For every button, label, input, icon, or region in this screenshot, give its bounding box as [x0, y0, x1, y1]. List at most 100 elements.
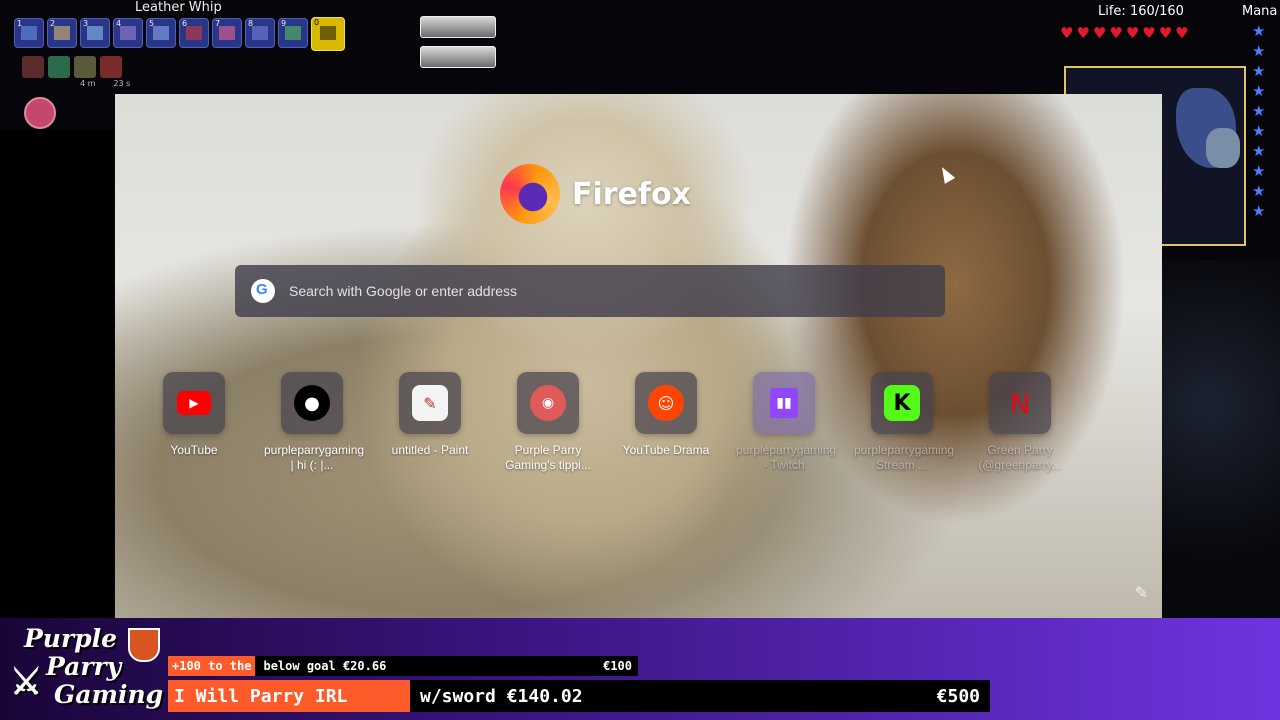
heart-icon: ♥	[1109, 24, 1123, 42]
hotbar-slot[interactable]: 5	[146, 18, 176, 48]
patreon-icon: ●	[294, 385, 330, 421]
search-input[interactable]	[287, 282, 945, 300]
buff-timers: 4 m 23 s	[80, 79, 130, 88]
logo-text: Parry	[46, 652, 122, 681]
star-icon: ★	[1252, 22, 1266, 40]
ticker-text: below goal €20.66	[263, 659, 387, 673]
buff-time: 23 s	[113, 79, 131, 88]
goal-progress-fill: I Will Parry IRL	[168, 680, 410, 712]
minimap-terrain	[1206, 128, 1240, 168]
hotbar: 1 2 3 4 5 6 7 8 9 0	[14, 17, 345, 52]
shortcut-tile[interactable]: ●	[281, 372, 343, 434]
boss-health-bar	[420, 16, 496, 38]
buff-icon[interactable]	[100, 56, 122, 78]
heart-icon: ♥	[1125, 24, 1140, 42]
life-hearts: ♥ ♥ ♥ ♥ ♥ ♥ ♥ ♥	[1060, 24, 1189, 42]
hotbar-slot[interactable]: 8	[245, 18, 275, 48]
donation-goal-bar: I Will Parry IRL w/sword €140.02 €500	[168, 680, 990, 712]
boss-bars	[420, 16, 496, 76]
heart-icon: ♥	[1175, 24, 1189, 42]
top-sites: ▶ YouTube ● purpleparrygaming | hi (: |.…	[135, 372, 1079, 473]
mana-stars: ★ ★ ★ ★ ★ ★ ★ ★ ★ ★	[1252, 22, 1265, 220]
shortcut-tile[interactable]: ✎	[399, 372, 461, 434]
shortcut-label: purpleparrygaming | hi (: |...	[264, 443, 365, 472]
logo-text: Gaming	[54, 680, 164, 709]
shortcut-patreon[interactable]: ● purpleparrygaming | hi (: |...	[253, 372, 371, 473]
potion-icon[interactable]	[24, 97, 56, 129]
star-icon: ★	[1252, 82, 1266, 100]
reddit-icon: ☺	[648, 385, 684, 421]
game-background-left	[0, 130, 114, 620]
ticker-amount: €100	[603, 659, 632, 673]
shortcut-youtube[interactable]: ▶ YouTube	[135, 372, 253, 473]
shortcut-label: untitled - Paint	[391, 443, 469, 457]
hotbar-slot[interactable]: 3	[80, 18, 110, 48]
firefox-logo-icon	[500, 164, 560, 224]
star-icon: ★	[1252, 102, 1266, 120]
google-icon	[251, 279, 275, 303]
hotbar-slot[interactable]: 7	[212, 18, 242, 48]
star-icon: ★	[1252, 202, 1266, 220]
buff-bar	[22, 56, 122, 78]
search-bar[interactable]	[235, 265, 945, 317]
youtube-icon: ▶	[177, 391, 211, 415]
heart-icon: ♥	[1092, 24, 1107, 42]
shortcut-tile[interactable]: N	[989, 372, 1051, 434]
crossed-swords-icon: ⚔	[10, 661, 43, 703]
goal-target: €500	[936, 685, 980, 707]
star-icon: ★	[1252, 42, 1266, 60]
star-icon: ★	[1252, 142, 1266, 160]
shortcut-tile[interactable]: ▮▮	[753, 372, 815, 434]
star-icon: ★	[1252, 62, 1266, 80]
ticker-highlight: +100 to the	[168, 656, 256, 676]
hotbar-slot[interactable]: 4	[113, 18, 143, 48]
shortcut-label: YouTube	[170, 443, 218, 457]
channel-logo: ⚔ Purple Parry Gaming	[10, 624, 164, 716]
shortcut-tile[interactable]: ▶	[163, 372, 225, 434]
mouse-cursor-icon	[936, 164, 956, 184]
shortcut-label: purpleparrygaming Stream ...	[854, 443, 955, 472]
shortcut-kick[interactable]: K purpleparrygaming Stream ...	[843, 372, 961, 473]
shortcut-tile[interactable]: K	[871, 372, 933, 434]
hotbar-slot-selected[interactable]: 0	[311, 17, 345, 51]
kick-icon: K	[884, 385, 920, 421]
shortcut-tipping[interactable]: ◉ Purple Parry Gaming's tippi...	[489, 372, 607, 473]
hotbar-slot[interactable]: 6	[179, 18, 209, 48]
firefox-new-tab: Firefox ▶ YouTube ● purpleparrygaming | …	[115, 94, 1162, 618]
shortcut-green-parry[interactable]: N Green Parry (@greenparry...	[961, 372, 1079, 473]
mana-label: Mana	[1242, 4, 1278, 19]
firefox-brand: Firefox	[500, 164, 691, 224]
tipping-icon: ◉	[530, 385, 566, 421]
star-icon: ★	[1252, 182, 1266, 200]
n-icon: N	[1009, 386, 1031, 420]
heart-icon: ♥	[1158, 24, 1173, 42]
shortcut-label: Purple Parry Gaming's tippi...	[505, 443, 591, 472]
goal-current: w/sword €140.02	[420, 685, 583, 707]
selected-item-name: Leather Whip	[135, 0, 222, 15]
buff-icon[interactable]	[48, 56, 70, 78]
life-label: Life: 160/160	[1098, 4, 1184, 19]
buff-icon[interactable]	[22, 56, 44, 78]
buff-time: 4 m	[80, 79, 96, 88]
donation-ticker: +100 to the below goal €20.66 €100	[168, 656, 638, 676]
shortcut-label: Green Parry (@greenparry...	[978, 443, 1062, 472]
shortcut-tile[interactable]: ◉	[517, 372, 579, 434]
hotbar-slot[interactable]: 1	[14, 18, 44, 48]
hotbar-slot[interactable]: 9	[278, 18, 308, 48]
boss-health-bar	[420, 46, 496, 68]
heart-icon: ♥	[1060, 24, 1074, 42]
shortcut-youtube-drama[interactable]: ☺ YouTube Drama	[607, 372, 725, 473]
game-terrain	[1162, 260, 1280, 620]
twitch-icon: ▮▮	[770, 388, 798, 418]
customize-pencil-icon[interactable]: ✎	[1135, 583, 1148, 602]
shortcut-tile[interactable]: ☺	[635, 372, 697, 434]
buff-icon[interactable]	[74, 56, 96, 78]
hotbar-slot[interactable]: 2	[47, 18, 77, 48]
firefox-wordmark: Firefox	[572, 176, 691, 212]
star-icon: ★	[1252, 122, 1266, 140]
shortcut-paint[interactable]: ✎ untitled - Paint	[371, 372, 489, 473]
shortcut-label: purpleparrygaming - Twitch	[736, 443, 837, 472]
shortcut-label: YouTube Drama	[622, 443, 710, 457]
star-icon: ★	[1252, 162, 1266, 180]
shortcut-twitch[interactable]: ▮▮ purpleparrygaming - Twitch	[725, 372, 843, 473]
